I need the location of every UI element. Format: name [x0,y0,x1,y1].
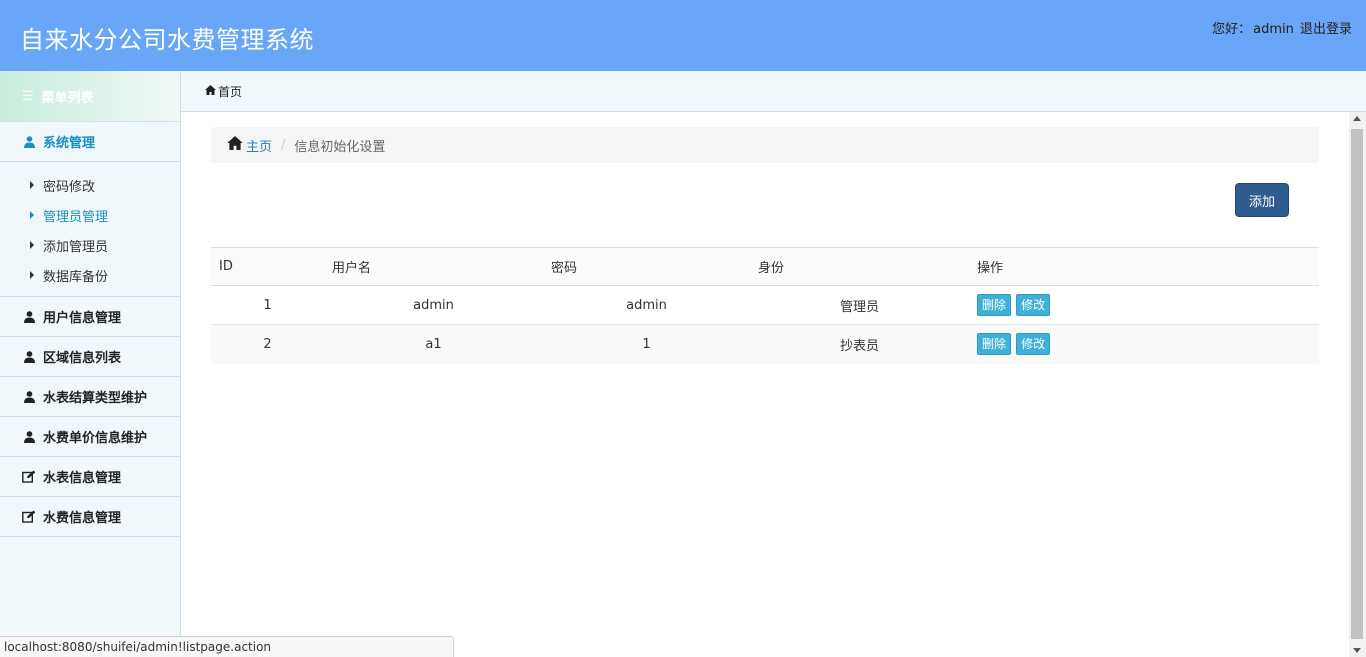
sidebar-item-admin-manage[interactable]: 管理员管理 [0,200,180,230]
add-button[interactable]: 添加 [1235,183,1289,217]
cell-username: a1 [425,336,442,352]
top-tab-bar: 首页 [181,71,1366,112]
app-header: 自来水分公司水费管理系统 您好： admin 退出登录 [0,0,1366,71]
column-header-username: 用户名 [332,261,372,276]
sidebar: ☰ 菜单列表 系统管理 密码修改 管理员管理 添加管理员 数据库备份 用户信息管… [0,71,181,657]
sidebar-item-label: 管理员管理 [43,209,109,225]
sidebar-group-label: 水表结算类型维护 [43,391,148,406]
cell-role: 抄表员 [839,338,879,354]
sidebar-group-fee-info[interactable]: 水费信息管理 [0,497,180,537]
home-icon [205,84,216,98]
sidebar-group-meter-type[interactable]: 水表结算类型维护 [0,377,180,417]
sidebar-group-user-info[interactable]: 用户信息管理 [0,297,180,337]
sidebar-group-label: 水表信息管理 [43,471,122,486]
sidebar-group-label: 用户信息管理 [43,311,122,326]
caret-right-icon [30,271,34,279]
user-icon [22,430,36,443]
logout-link[interactable]: 退出登录 [1300,22,1352,37]
app-title: 自来水分公司水费管理系统 [20,26,314,54]
edit-icon [22,510,36,523]
list-icon: ☰ [22,88,34,104]
breadcrumb-separator: / [281,137,286,153]
breadcrumb-current: 信息初始化设置 [294,139,386,155]
user-icon [22,350,36,363]
cell-username: admin [413,297,454,313]
sidebar-group-system[interactable]: 系统管理 [0,122,180,162]
sidebar-item-label: 添加管理员 [43,239,109,255]
table-row: 2 a1 1 抄表员 删除 修改 [211,324,1319,364]
caret-right-icon [30,181,34,189]
column-header-role: 身份 [758,261,785,276]
column-header-actions: 操作 [977,261,1004,276]
vertical-scrollbar[interactable] [1349,112,1366,657]
user-info: 您好： admin 退出登录 [1210,18,1352,37]
admin-table: ID 用户名 密码 身份 操作 1 admin admin 管理员 删除 修改 … [211,247,1319,364]
sidebar-group-region[interactable]: 区域信息列表 [0,337,180,377]
sidebar-group-label: 区域信息列表 [43,351,122,366]
scroll-down-arrow-icon[interactable] [1353,648,1361,653]
edit-button[interactable]: 修改 [1016,333,1051,356]
sidebar-item-db-backup[interactable]: 数据库备份 [0,260,180,290]
main-content: 主页 / 信息初始化设置 添加 ID 用户名 密码 身份 操作 1 admin … [181,112,1349,657]
sidebar-group-meter-info[interactable]: 水表信息管理 [0,457,180,497]
cell-role: 管理员 [839,299,879,315]
user-icon [22,310,36,323]
column-header-password: 密码 [551,261,578,276]
cell-id: 1 [263,297,272,313]
caret-right-icon [30,241,34,249]
home-icon [227,136,243,154]
sidebar-group-label: 水费信息管理 [43,511,122,526]
edit-icon [22,470,36,483]
breadcrumb: 主页 / 信息初始化设置 [211,127,1319,163]
column-header-id: ID [219,259,233,274]
cell-password: 1 [642,336,651,352]
user-icon [22,135,36,148]
table-row: 1 admin admin 管理员 删除 修改 [211,286,1319,325]
scrollbar-thumb[interactable] [1351,129,1363,639]
submenu-system: 密码修改 管理员管理 添加管理员 数据库备份 [0,162,180,297]
user-icon [22,390,36,403]
cell-password: admin [626,297,667,313]
breadcrumb-home[interactable]: 主页 [227,136,272,155]
sidebar-item-add-admin[interactable]: 添加管理员 [0,230,180,260]
sidebar-group-label: 水费单价信息维护 [43,431,148,446]
sidebar-item-label: 密码修改 [43,179,96,195]
scroll-up-arrow-icon[interactable] [1353,116,1361,121]
menu-title: 菜单列表 [41,90,94,106]
tab-home[interactable]: 首页 [218,83,242,100]
username: admin [1253,22,1294,37]
cell-actions: 删除 修改 [969,286,1319,325]
delete-button[interactable]: 删除 [977,333,1012,356]
cell-actions: 删除 修改 [969,325,1319,364]
edit-button[interactable]: 修改 [1016,294,1051,316]
sidebar-group-price[interactable]: 水费单价信息维护 [0,417,180,457]
menu-header: ☰ 菜单列表 [0,71,180,122]
sidebar-item-password[interactable]: 密码修改 [0,170,180,200]
status-url-bar: localhost:8080/shuifei/admin!listpage.ac… [0,636,454,657]
sidebar-group-label: 系统管理 [43,136,96,151]
delete-button[interactable]: 删除 [977,294,1012,316]
table-header-row: ID 用户名 密码 身份 操作 [211,247,1319,286]
caret-right-icon [30,211,34,219]
breadcrumb-home-label: 主页 [246,139,273,155]
sidebar-item-label: 数据库备份 [43,269,109,285]
greeting: 您好： [1212,22,1252,37]
cell-id: 2 [263,336,272,352]
